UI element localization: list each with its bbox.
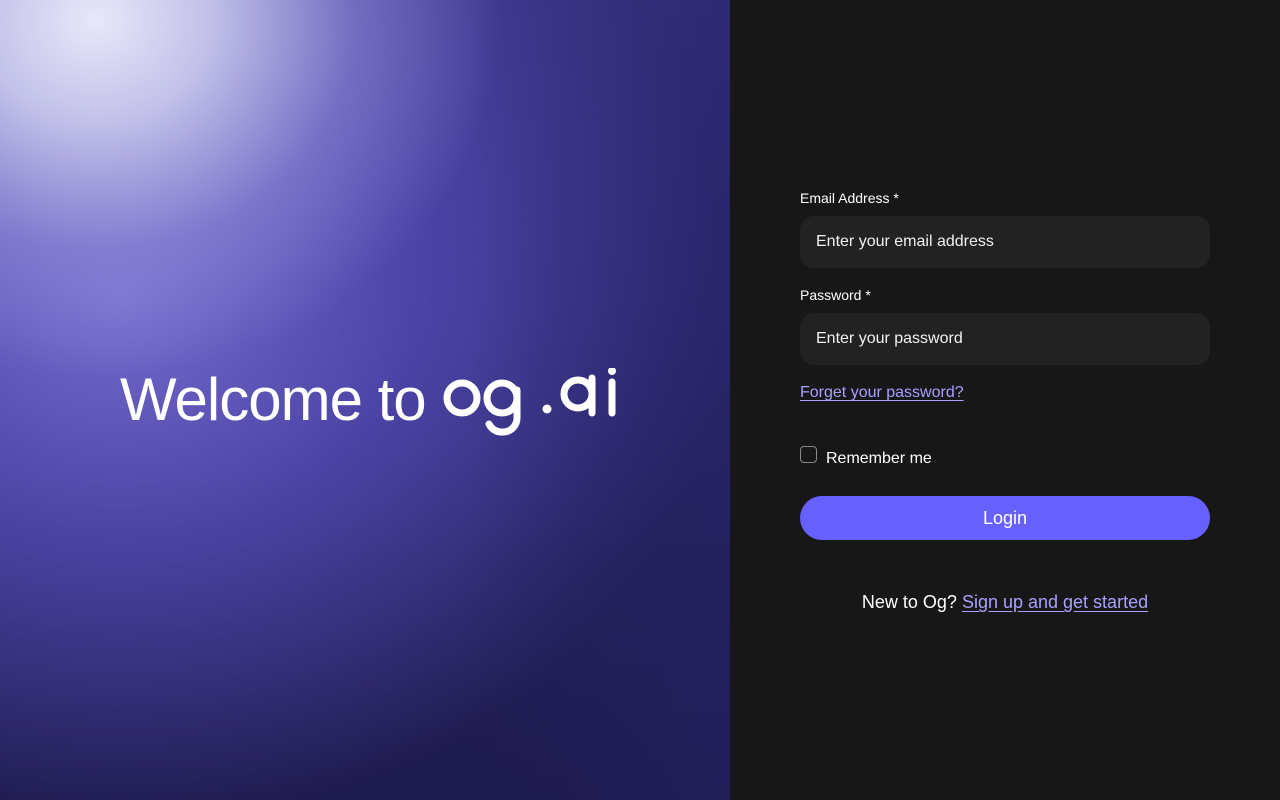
remember-me-label: Remember me [826,450,932,467]
remember-me-row: Remember me [800,444,1210,470]
welcome-text: Welcome to [120,366,427,433]
welcome-heading: Welcome to [120,360,622,450]
email-field[interactable] [800,216,1210,268]
hero-panel: Welcome to [0,0,730,800]
signup-prompt: New to Og? [861,592,957,612]
signup-link[interactable]: Sign up and get started [962,592,1148,612]
remember-me-checkbox[interactable] [800,445,817,463]
password-field[interactable] [800,313,1210,365]
password-label: Password * [800,287,871,303]
signup-row: New to Og? Sign up and get started [800,590,1210,614]
forgot-password-link[interactable]: Forget your password? [800,382,964,404]
login-form: Email Address * Password * Forget your p… [800,188,1210,614]
email-label: Email Address * [800,190,899,206]
og-ai-logo-icon [443,368,616,436]
login-button[interactable]: Login [800,496,1210,540]
